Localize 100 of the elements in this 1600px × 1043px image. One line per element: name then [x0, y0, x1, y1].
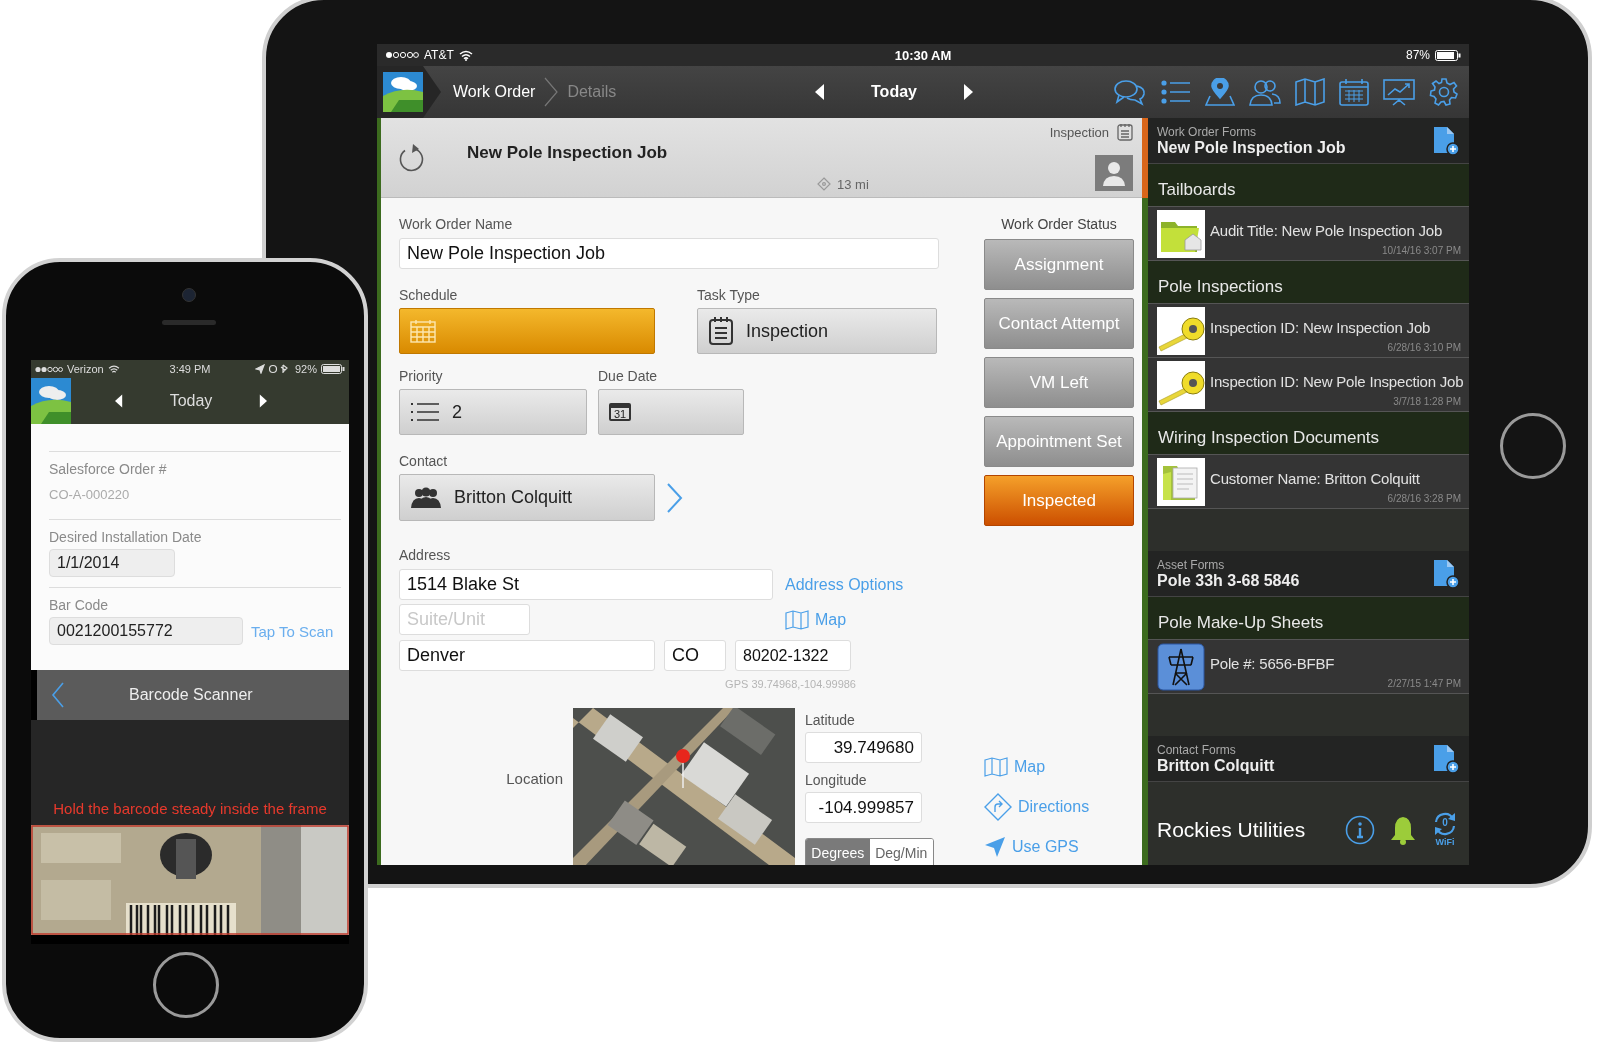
status-time: 3:49 PM — [169, 363, 211, 375]
contact-button[interactable]: Britton Colquitt — [399, 474, 655, 521]
field-label: Address — [399, 547, 452, 564]
section-title: Pole Inspections — [1148, 261, 1469, 304]
chart-icon[interactable] — [1383, 78, 1415, 106]
people-icon[interactable] — [1249, 78, 1281, 106]
item-title: Inspection ID: New Inspection Job — [1210, 319, 1431, 336]
carrier-name: Verizon — [67, 363, 104, 375]
form-title: Britton Colquitt — [1157, 756, 1275, 775]
list-icon[interactable] — [1161, 79, 1191, 105]
section-title: Pole Make-Up Sheets — [1148, 597, 1469, 640]
unit-toggle[interactable]: Deg/Min — [869, 839, 933, 865]
city-field[interactable]: Denver — [399, 640, 655, 671]
previous-button[interactable] — [815, 84, 825, 100]
list-item[interactable]: Inspection ID: New Inspection Job 6/28/16 3:10 PM — [1148, 304, 1469, 358]
wifi-icon — [107, 364, 120, 374]
field-label: Longitude — [805, 772, 868, 789]
next-button[interactable] — [963, 84, 973, 100]
field-label: Desired Installation Date — [49, 529, 203, 545]
people-icon — [410, 486, 442, 509]
date-title: Today — [168, 392, 214, 410]
battery-icon — [1435, 49, 1461, 61]
field-label: Contact — [399, 453, 449, 470]
settings-icon[interactable] — [1429, 77, 1459, 107]
form-label: Contact Forms — [1157, 742, 1237, 757]
list-item[interactable]: Inspection ID: New Pole Inspection Job 3/7/18 1:28 PM — [1148, 358, 1469, 412]
form-title: New Pole Inspection Job — [1157, 138, 1346, 157]
status-title: Work Order Status — [1000, 216, 1118, 233]
sync-button[interactable]: 0 WiFi — [1431, 811, 1459, 849]
item-title: Customer Name: Britton Colquitt — [1210, 470, 1420, 487]
form-header[interactable]: Asset Forms Pole 33h 3-68 5846 — [1148, 551, 1469, 597]
add-document-icon[interactable] — [1433, 558, 1459, 589]
calendar-icon[interactable] — [1339, 78, 1369, 106]
home-button[interactable] — [1500, 413, 1566, 479]
job-title: New Pole Inspection Job — [467, 142, 669, 163]
info-icon[interactable] — [1345, 815, 1375, 845]
field-label: Due Date — [598, 368, 659, 385]
item-date: 6/28/16 3:28 PM — [1387, 493, 1461, 504]
add-document-icon[interactable] — [1433, 743, 1459, 774]
tape-measure-icon — [1157, 306, 1205, 355]
unit-toggle[interactable]: Degrees — [806, 839, 870, 865]
field-label: Schedule — [399, 287, 459, 304]
document-folder-icon — [1157, 457, 1205, 506]
tag-icon — [817, 177, 831, 191]
scanner-title: Barcode Scanner — [129, 686, 253, 704]
battery-icon — [321, 364, 345, 374]
folder-icon — [1157, 209, 1205, 258]
company-name: Rockies Utilities — [1157, 818, 1306, 842]
item-title: Inspection ID: New Pole Inspection Job — [1210, 373, 1464, 390]
section-title: Tailboards — [1148, 164, 1469, 207]
directions-icon — [984, 793, 1012, 821]
zip-field[interactable]: 80202-1322 — [735, 640, 851, 671]
field-label: Latitude — [805, 712, 856, 729]
clipboard-icon — [708, 316, 734, 346]
breadcrumb-link[interactable]: Work Order — [453, 83, 536, 101]
battery-percent: 87% — [1405, 48, 1430, 62]
list-item[interactable]: Pole #: 5656-BFBF 2/27/15 1:47 PM — [1148, 640, 1469, 694]
item-date: 6/28/16 3:10 PM — [1387, 342, 1461, 353]
chevron-icon — [543, 76, 560, 108]
due-date-button[interactable]: 31 — [598, 389, 744, 435]
carrier-name: AT&T — [424, 48, 454, 62]
clipboard-icon — [1117, 123, 1133, 141]
item-date: 2/27/15 1:47 PM — [1387, 678, 1461, 689]
battery-percent: 92% — [294, 363, 317, 375]
previous-button[interactable] — [115, 394, 123, 408]
barcode-field[interactable]: 0021200155772 — [49, 617, 243, 645]
priority-button[interactable]: 2 — [399, 389, 587, 435]
refresh-icon[interactable] — [397, 142, 425, 173]
latitude-field[interactable]: 39.749680 — [805, 732, 922, 763]
add-document-icon[interactable] — [1433, 125, 1459, 156]
tape-measure-icon — [1157, 360, 1205, 409]
name-field[interactable]: New Pole Inspection Job — [399, 238, 939, 269]
field-label: Priority — [399, 368, 444, 385]
form-header[interactable]: Contact Forms Britton Colquitt — [1148, 736, 1469, 782]
bell-icon[interactable] — [1389, 815, 1417, 845]
next-button[interactable] — [259, 394, 267, 408]
form-header[interactable]: Work Order Forms New Pole Inspection Job — [1148, 118, 1469, 164]
longitude-field[interactable]: -104.999857 — [805, 792, 922, 823]
avatar-icon[interactable] — [1095, 155, 1133, 191]
calendar-icon — [410, 319, 436, 343]
date-field[interactable]: 1/1/2014 — [49, 549, 175, 577]
app-logo[interactable] — [377, 66, 441, 118]
wifi-icon — [458, 49, 473, 61]
street-field[interactable]: 1514 Blake St — [399, 569, 773, 600]
task-type-text: Inspection — [1049, 124, 1109, 140]
item-date: 10/14/16 3:07 PM — [1382, 245, 1461, 256]
chevron-icon[interactable] — [665, 481, 683, 514]
map-icon[interactable] — [1295, 78, 1325, 106]
state-field[interactable]: CO — [664, 640, 726, 671]
speaker-icon — [162, 320, 216, 325]
list-item[interactable]: Customer Name: Britton Colquitt 6/28/16 3:28 PM — [1148, 455, 1469, 509]
signal-icon — [35, 365, 63, 373]
power-tower-icon — [1157, 642, 1205, 691]
home-button[interactable] — [153, 952, 219, 1018]
signal-icon — [385, 51, 419, 59]
task-type-button[interactable]: Inspection — [697, 308, 937, 354]
location-pin-icon[interactable] — [1205, 78, 1235, 106]
list-item[interactable]: Audit Title: New Pole Inspection Job 10/14/16 3:07 PM — [1148, 207, 1469, 261]
chat-icon[interactable] — [1113, 78, 1147, 106]
map-icon — [984, 757, 1008, 777]
